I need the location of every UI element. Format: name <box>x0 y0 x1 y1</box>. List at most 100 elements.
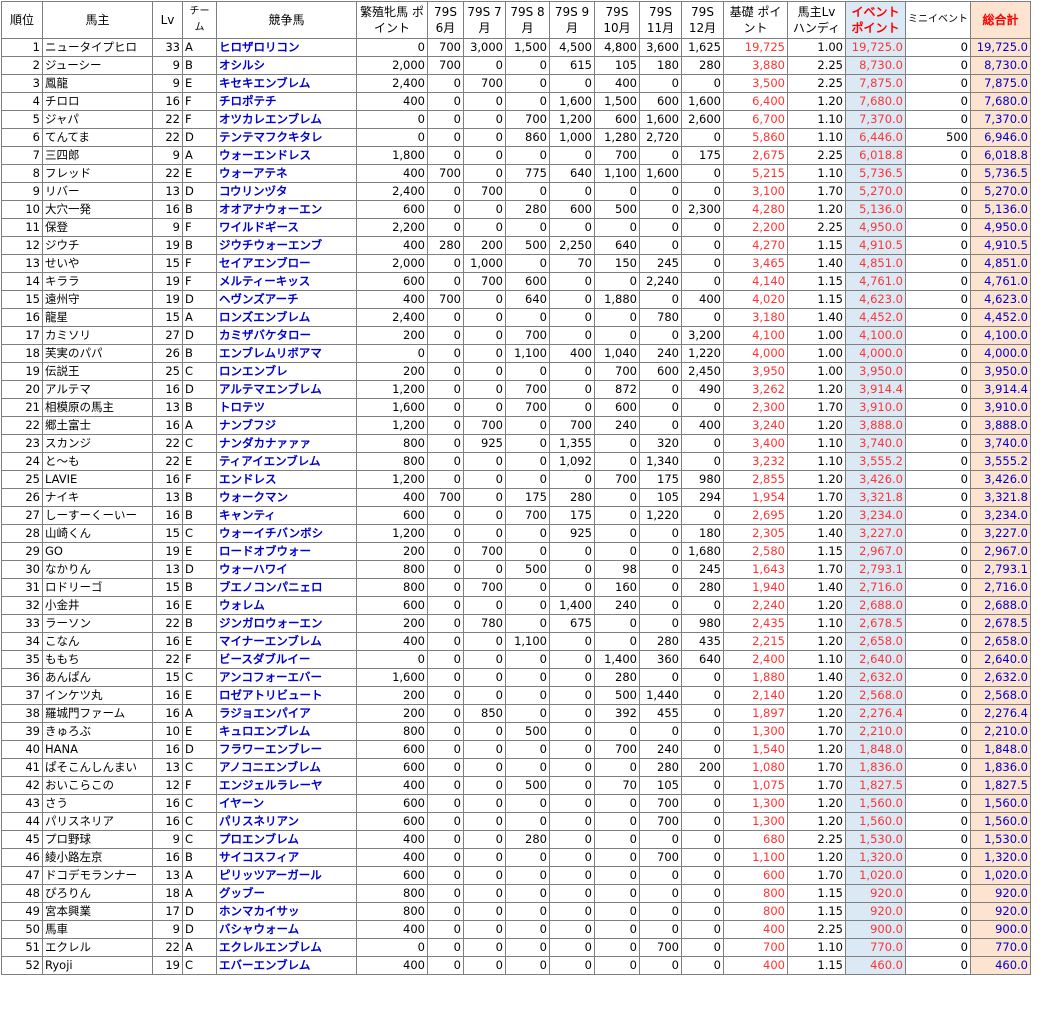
july-cell[interactable]: 0 <box>463 956 506 975</box>
event-points-cell[interactable]: 2,276.4 <box>845 704 906 723</box>
august-cell[interactable]: 0 <box>505 938 550 957</box>
lv-cell[interactable]: 13 <box>152 560 183 579</box>
owner-cell[interactable]: 三四郎 <box>42 146 153 165</box>
table-row[interactable]: 4 チロロ 16 F チロポテチ 400 0 0 0 1,600 1,500 600 1,600 6,40… <box>1 92 1031 111</box>
handicap-cell[interactable]: 1.20 <box>787 380 846 399</box>
base-points-cell[interactable]: 1,075 <box>723 776 788 795</box>
september-cell[interactable]: 1,355 <box>549 434 595 453</box>
team-cell[interactable]: C <box>182 434 217 453</box>
november-cell[interactable]: 0 <box>639 560 682 579</box>
august-cell[interactable]: 500 <box>505 560 550 579</box>
august-cell[interactable]: 0 <box>505 794 550 813</box>
handicap-cell[interactable]: 1.70 <box>787 758 846 777</box>
rank-cell[interactable]: 48 <box>1 884 43 903</box>
october-cell[interactable]: 500 <box>594 686 640 705</box>
june-cell[interactable]: 0 <box>427 704 464 723</box>
rank-cell[interactable]: 4 <box>1 92 43 111</box>
event-points-cell[interactable]: 3,321.8 <box>845 488 906 507</box>
october-cell[interactable]: 0 <box>594 884 640 903</box>
october-cell[interactable]: 0 <box>594 542 640 561</box>
july-cell[interactable]: 0 <box>463 830 506 849</box>
owner-cell[interactable]: きゅろぶ <box>42 722 153 741</box>
june-cell[interactable]: 0 <box>427 308 464 327</box>
team-cell[interactable]: A <box>182 38 217 57</box>
grand-total-cell[interactable]: 3,914.4 <box>970 380 1031 399</box>
event-points-cell[interactable]: 8,730.0 <box>845 56 906 75</box>
base-points-cell[interactable]: 3,880 <box>723 56 788 75</box>
september-cell[interactable]: 0 <box>549 758 595 777</box>
july-cell[interactable]: 0 <box>463 92 506 111</box>
lv-cell[interactable]: 12 <box>152 776 183 795</box>
col-header-team[interactable]: チーム <box>182 1 217 39</box>
event-points-cell[interactable]: 7,680.0 <box>845 92 906 111</box>
handicap-cell[interactable]: 1.70 <box>787 776 846 795</box>
rank-cell[interactable]: 34 <box>1 632 43 651</box>
september-cell[interactable]: 0 <box>549 362 595 381</box>
december-cell[interactable]: 0 <box>681 218 724 237</box>
horse-cell[interactable]: ピリッツアーガール <box>216 866 357 885</box>
team-cell[interactable]: A <box>182 416 217 435</box>
grand-total-cell[interactable]: 920.0 <box>970 884 1031 903</box>
owner-cell[interactable]: 山崎くん <box>42 524 153 543</box>
grand-total-cell[interactable]: 2,568.0 <box>970 686 1031 705</box>
horse-cell[interactable]: ロンズエンブレム <box>216 308 357 327</box>
base-points-cell[interactable]: 1,300 <box>723 812 788 831</box>
team-cell[interactable]: E <box>182 632 217 651</box>
owner-cell[interactable]: こなん <box>42 632 153 651</box>
november-cell[interactable]: 2,720 <box>639 128 682 147</box>
base-points-cell[interactable]: 600 <box>723 866 788 885</box>
handicap-cell[interactable]: 1.10 <box>787 614 846 633</box>
september-cell[interactable]: 0 <box>549 182 595 201</box>
mini-event-cell[interactable]: 0 <box>905 344 971 363</box>
july-cell[interactable]: 0 <box>463 848 506 867</box>
november-cell[interactable]: 180 <box>639 56 682 75</box>
july-cell[interactable]: 0 <box>463 506 506 525</box>
handicap-cell[interactable]: 1.20 <box>787 848 846 867</box>
june-cell[interactable]: 0 <box>427 776 464 795</box>
october-cell[interactable]: 872 <box>594 380 640 399</box>
table-row[interactable]: 30 なかりん 13 D ウォーハワイ 800 0 0 500 0 98 0 245 1,643 1.70 2… <box>1 560 1031 579</box>
base-points-cell[interactable]: 3,100 <box>723 182 788 201</box>
july-cell[interactable]: 700 <box>463 272 506 291</box>
base-points-cell[interactable]: 3,465 <box>723 254 788 273</box>
september-cell[interactable]: 925 <box>549 524 595 543</box>
table-row[interactable]: 38 羅城門ファーム 16 A ラジョエンパイア 200 0 850 0 0 392 455 0 1,89… <box>1 704 1031 723</box>
team-cell[interactable]: C <box>182 812 217 831</box>
rank-cell[interactable]: 50 <box>1 920 43 939</box>
august-cell[interactable]: 0 <box>505 92 550 111</box>
july-cell[interactable]: 0 <box>463 920 506 939</box>
rank-cell[interactable]: 1 <box>1 38 43 57</box>
august-cell[interactable]: 0 <box>505 668 550 687</box>
team-cell[interactable]: F <box>182 110 217 129</box>
mini-event-cell[interactable]: 0 <box>905 902 971 921</box>
owner-cell[interactable]: プロ野球 <box>42 830 153 849</box>
owner-cell[interactable]: 大穴一発 <box>42 200 153 219</box>
november-cell[interactable]: 0 <box>639 290 682 309</box>
rank-cell[interactable]: 27 <box>1 506 43 525</box>
horse-cell[interactable]: ビースダブルイー <box>216 650 357 669</box>
rank-cell[interactable]: 7 <box>1 146 43 165</box>
august-cell[interactable]: 0 <box>505 740 550 759</box>
november-cell[interactable]: 0 <box>639 902 682 921</box>
october-cell[interactable]: 1,100 <box>594 164 640 183</box>
base-points-cell[interactable]: 2,305 <box>723 524 788 543</box>
breed-points-cell[interactable]: 1,200 <box>356 470 428 489</box>
event-points-cell[interactable]: 2,967.0 <box>845 542 906 561</box>
august-cell[interactable]: 640 <box>505 290 550 309</box>
august-cell[interactable]: 700 <box>505 380 550 399</box>
december-cell[interactable]: 0 <box>681 164 724 183</box>
breed-points-cell[interactable]: 400 <box>356 236 428 255</box>
base-points-cell[interactable]: 1,897 <box>723 704 788 723</box>
rank-cell[interactable]: 18 <box>1 344 43 363</box>
july-cell[interactable]: 0 <box>463 452 506 471</box>
team-cell[interactable]: D <box>182 920 217 939</box>
july-cell[interactable]: 0 <box>463 686 506 705</box>
august-cell[interactable]: 0 <box>505 542 550 561</box>
table-row[interactable]: 15 遠州守 19 D ヘヴンズアーチ 400 700 0 640 0 1,880 0 400 4,020… <box>1 290 1031 309</box>
team-cell[interactable]: C <box>182 668 217 687</box>
rank-cell[interactable]: 30 <box>1 560 43 579</box>
lv-cell[interactable]: 22 <box>152 434 183 453</box>
september-cell[interactable]: 0 <box>549 686 595 705</box>
team-cell[interactable]: A <box>182 146 217 165</box>
event-points-cell[interactable]: 5,136.0 <box>845 200 906 219</box>
